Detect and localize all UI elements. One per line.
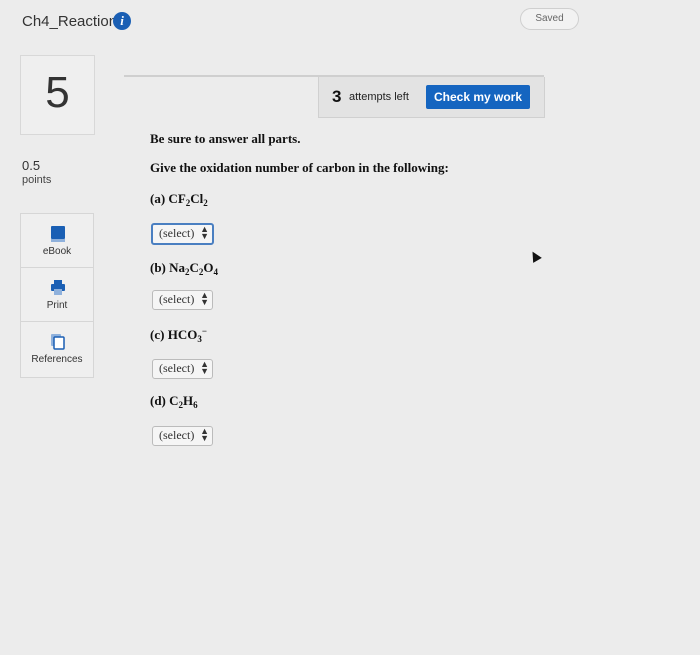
- part-d-prefix: (d): [150, 393, 170, 408]
- tools-panel: eBook Print References: [20, 213, 94, 378]
- part-c-label: (c) HCO3−: [150, 326, 207, 344]
- part-a-select-value: (select): [159, 226, 195, 240]
- updown-arrows-icon: ▲ ▼: [200, 359, 209, 376]
- updown-arrows-icon: ▲ ▼: [200, 426, 209, 443]
- check-work-container: Check my work: [414, 77, 545, 118]
- attempts-label: attempts left: [349, 91, 409, 103]
- mouse-cursor-icon: [528, 249, 542, 263]
- part-b-label: (b) Na2C2O4: [150, 260, 218, 277]
- part-b-prefix: (b): [150, 260, 170, 275]
- part-b-select[interactable]: (select) ▲ ▼: [152, 290, 213, 310]
- updown-arrows-icon: ▲ ▼: [200, 224, 209, 241]
- references-label: References: [31, 354, 83, 365]
- check-my-work-button[interactable]: Check my work: [426, 85, 530, 109]
- part-d-select-value: (select): [159, 428, 195, 442]
- part-d-label: (d) C2H6: [150, 393, 198, 410]
- references-icon: [51, 334, 65, 350]
- part-a-label: (a) CF2Cl2: [150, 191, 208, 208]
- part-a-formula: CF2Cl2: [168, 191, 208, 208]
- part-d-select[interactable]: (select) ▲ ▼: [152, 426, 213, 446]
- part-a-prefix: (a): [150, 191, 169, 206]
- print-button[interactable]: Print: [21, 268, 93, 322]
- instruction-text: Be sure to answer all parts.: [150, 131, 301, 146]
- points-value: 0.5: [22, 158, 41, 173]
- part-c-select[interactable]: (select) ▲ ▼: [152, 359, 213, 379]
- question-number: 5: [45, 68, 70, 117]
- part-b-formula: Na2C2O4: [169, 260, 219, 277]
- attempts-box: 3 attempts left: [318, 77, 415, 118]
- part-c-prefix: (c): [150, 327, 168, 342]
- question-prompt: Give the oxidation number of carbon in t…: [150, 160, 449, 175]
- ebook-label: eBook: [42, 246, 72, 257]
- part-c-formula: HCO3−: [167, 326, 207, 344]
- ebook-button[interactable]: eBook: [21, 214, 93, 268]
- part-a-select[interactable]: (select) ▲ ▼: [151, 223, 214, 245]
- question-number-box: 5: [20, 55, 95, 135]
- attempts-count: 3: [332, 87, 342, 106]
- references-button[interactable]: References: [21, 322, 93, 377]
- updown-arrows-icon: ▲ ▼: [200, 290, 209, 307]
- printer-icon: [51, 280, 65, 295]
- info-icon[interactable]: i: [113, 12, 131, 30]
- part-c-select-value: (select): [159, 361, 195, 375]
- assignment-title: Ch4_Reaction: [22, 13, 118, 30]
- points-label: points: [22, 174, 52, 186]
- header-bar: Ch4_Reaction i Saved: [0, 0, 700, 42]
- part-b-select-value: (select): [159, 292, 195, 306]
- book-icon: [51, 226, 65, 242]
- print-label: Print: [46, 300, 68, 311]
- saved-status-badge: Saved: [520, 8, 579, 30]
- part-d-formula: C2H6: [169, 393, 198, 410]
